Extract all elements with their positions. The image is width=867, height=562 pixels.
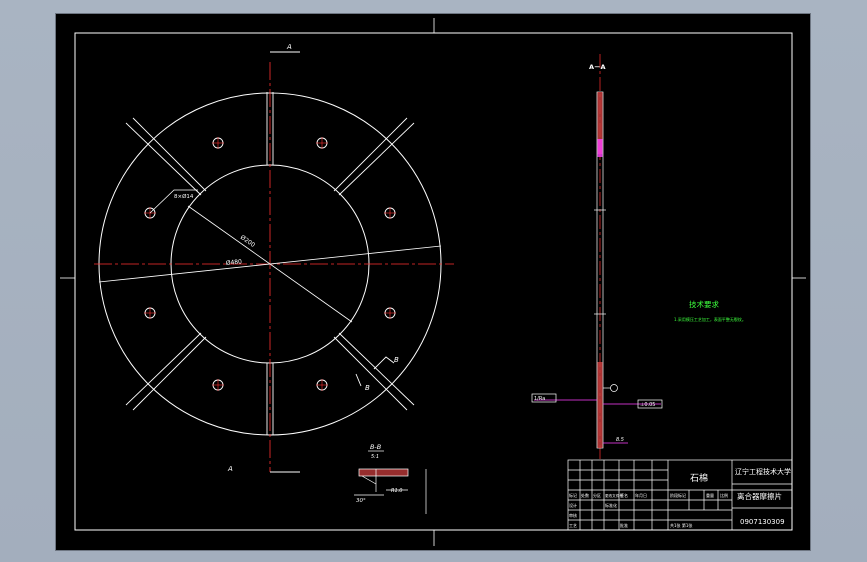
title-material: 石棉: [690, 472, 708, 484]
inner-dim-label: Ø200: [239, 234, 256, 249]
groove-line: [132, 117, 207, 192]
title-col-scale: 比例: [720, 492, 728, 498]
detail-hatch: [359, 469, 408, 476]
inner-frame: [74, 32, 793, 531]
title-col-sign: 签名: [620, 492, 628, 498]
title-drawing-no: 0907130309: [740, 518, 785, 526]
title-col-stage: 阶段标记: [670, 492, 686, 498]
section-view-a: A－A 1/Ra ⊥0.05 8.5: [531, 54, 663, 459]
detail-angle: 30°: [356, 498, 366, 504]
detail-scale: 5:1: [371, 454, 379, 460]
hole-dim-label: 8×Ø14: [174, 193, 194, 200]
groove-line: [338, 332, 415, 406]
outer-dim-label: Ø480: [225, 258, 242, 267]
section-b-lower-label: B: [365, 384, 370, 392]
groove-line: [125, 332, 202, 406]
title-std-label: 标准化: [605, 502, 617, 508]
detail-view-b: B-B 5:1 30° R1.0: [354, 443, 427, 514]
section-b-lower-arrow: [355, 373, 362, 387]
groove-line: [132, 336, 207, 411]
callout-right-label: ⊥0.05: [640, 402, 656, 408]
title-col-date: 年月日: [635, 492, 647, 498]
title-block-text: 石棉 辽宁工程技术大学 离合器摩擦片 0907130309 阶段标记 重量 比例…: [569, 467, 791, 528]
title-col-weight: 重量: [706, 492, 714, 498]
title-col-zone: 分区: [593, 492, 601, 498]
section-b-upper-arrow: [373, 356, 395, 370]
thickness-dim-label: 8.5: [616, 437, 624, 443]
tech-line-1: 1.采用模压工艺加工，表面平整无裂纹。: [674, 316, 746, 322]
title-school: 辽宁工程技术大学: [735, 467, 791, 476]
title-approve-label: 批准: [620, 522, 628, 528]
main-view: Ø480 Ø200 8×Ø14 A A B B: [94, 43, 454, 473]
groove-line: [333, 117, 408, 192]
title-sheet-info: 共1张 第1张: [670, 522, 692, 528]
groove-line: [125, 122, 202, 196]
section-a-bottom-label: A: [227, 465, 233, 473]
title-row-design: 设计: [569, 502, 577, 508]
section-a-top-label: A: [286, 43, 292, 51]
section-rivet-top: [597, 139, 603, 157]
drawing-svg: Ø480 Ø200 8×Ø14 A A B B B-B 5:1 30° R1.0…: [60, 18, 806, 546]
title-row-mark: 标记: [569, 492, 577, 498]
tech-title: 技术要求: [689, 299, 719, 309]
title-col-count: 处数: [581, 492, 589, 498]
title-part-name: 离合器摩擦片: [737, 491, 782, 501]
title-row-review: 审核: [569, 512, 577, 518]
section-view-title: A－A: [589, 63, 606, 71]
section-hatch-bottom: [597, 362, 603, 448]
detail-title: B-B: [370, 443, 382, 451]
groove-line: [333, 336, 408, 411]
callout-left-label: 1/Ra: [534, 396, 545, 402]
datum-symbol: [610, 384, 618, 392]
tech-requirements: 技术要求 1.采用模压工艺加工，表面平整无裂纹。: [674, 299, 746, 322]
cad-viewport[interactable]: Ø480 Ø200 8×Ø14 A A B B B-B 5:1 30° R1.0…: [0, 0, 867, 562]
drawing-sheet[interactable]: Ø480 Ø200 8×Ø14 A A B B B-B 5:1 30° R1.0…: [55, 13, 811, 551]
title-row-process: 工艺: [569, 523, 577, 528]
groove-line: [338, 122, 415, 196]
section-b-upper-label: B: [394, 356, 399, 364]
detail-dim: R1.0: [391, 488, 402, 494]
